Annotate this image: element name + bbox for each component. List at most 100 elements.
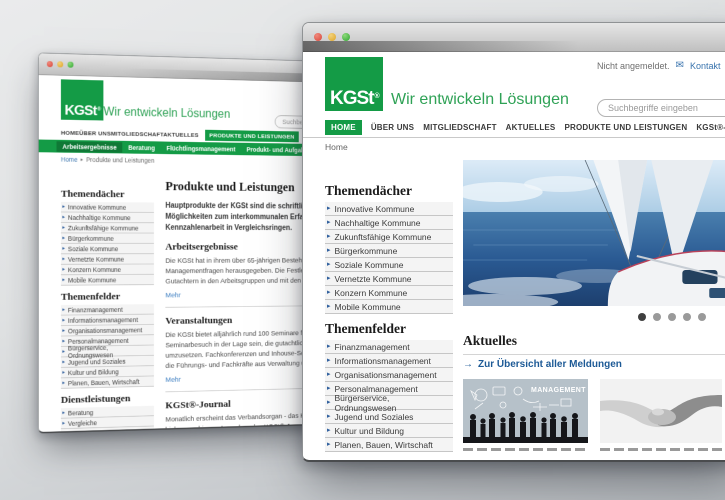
nav-item[interactable]: HOME [61, 129, 79, 136]
subnav-item[interactable]: Beratung [122, 142, 160, 153]
subnav-item[interactable]: Flüchtlingsmanagement [161, 143, 241, 154]
handshake-illustration [600, 379, 722, 443]
more-link[interactable]: Mehr [165, 291, 180, 299]
carousel-dot[interactable] [668, 313, 676, 321]
nav-item[interactable]: AKTUELLES [506, 123, 556, 132]
logo-registered-mark: ® [97, 107, 100, 112]
arrow-icon: ▸ [62, 267, 65, 272]
sidebar-item-label: Kultur und Bildung [335, 426, 404, 436]
arrow-icon: ▸ [327, 205, 331, 212]
sailboat-carousel-image[interactable] [463, 160, 725, 306]
window-titlebar[interactable] [303, 23, 725, 52]
sidebar-item[interactable]: ▸Zukunftsfähige Kommune [325, 230, 453, 244]
nav-item[interactable]: AKTUELLES [163, 131, 198, 138]
arrow-icon: ▸ [327, 427, 331, 434]
news-caption-clipped [600, 448, 722, 451]
logo-text: KGSt [65, 103, 97, 118]
contact-link[interactable]: Kontakt [690, 61, 721, 71]
arrow-icon: ▸ [62, 431, 65, 433]
sidebar-item-label: Informationsmanagement [68, 316, 138, 324]
kgst-logo[interactable]: KGSt® [61, 79, 103, 120]
sidebar-item[interactable]: ▸ Finanzmanagement [325, 340, 453, 354]
carousel-dot[interactable] [653, 313, 661, 321]
carousel-dot[interactable] [698, 313, 706, 321]
nav-item[interactable]: MITGLIEDSCHAFT [423, 123, 496, 132]
sidebar-item[interactable]: ▸Bürgerservice, Ordnungswesen [325, 396, 453, 410]
nav-item[interactable]: ÜBER UNS [371, 123, 414, 132]
zoom-button[interactable] [68, 62, 74, 68]
arrow-icon: ▸ [327, 289, 331, 296]
sidebar-item[interactable]: ▸Planen, Bauen, Wirtschaft [61, 376, 154, 388]
sidebar-item[interactable]: ▸Informationsmanagement [325, 354, 453, 368]
more-link[interactable]: Mehr [165, 376, 180, 384]
close-button[interactable] [314, 33, 322, 41]
close-button[interactable] [47, 61, 53, 67]
sidebar-item-label: Jugend und Soziales [68, 357, 126, 366]
login-status-row: Nicht angemeldet. ✉ Kontakt [597, 61, 720, 71]
arrow-icon: ▸ [327, 219, 331, 226]
sidebar-item[interactable]: ▸Planen, Bauen, Wirtschaft [325, 438, 453, 452]
minimize-button[interactable] [57, 61, 63, 67]
sidebar-item[interactable]: ▸Innovative Kommune [61, 202, 154, 213]
sidebar-item[interactable]: ▸Bürgerservice, Ordnungswesen [61, 345, 154, 357]
nav-item[interactable]: KGSt®-FORUM 2014 [696, 123, 725, 132]
arrow-icon: ▸ [62, 380, 65, 385]
sidebar-item[interactable]: ▸Mobile Kommune [61, 275, 154, 286]
carousel-dot[interactable] [683, 313, 691, 321]
sidebar-item[interactable]: ▸Nachhaltige Kommune [61, 212, 154, 223]
carousel-dot[interactable] [638, 313, 646, 321]
arrow-right-icon: → [463, 359, 473, 370]
nav-item-active[interactable]: PRODUKTE UND LEISTUNGEN [205, 129, 299, 141]
sidebar-item[interactable]: ▸Soziale Kommune [325, 258, 453, 272]
sidebar-item-label: Bürgerservice, Ordnungswesen [335, 393, 451, 413]
arrow-icon: ▸ [327, 413, 331, 420]
breadcrumb-home-link[interactable]: Home [61, 156, 78, 164]
svg-text:MANAGEMENT: MANAGEMENT [531, 387, 586, 394]
nav-item-active[interactable]: HOME [325, 120, 362, 135]
sidebar-item-label: Konzern Kommune [335, 288, 408, 298]
sidebar-item[interactable]: ▸ Kultur und Bildung [325, 424, 453, 438]
search-input[interactable] [597, 99, 725, 117]
arrow-icon: ▸ [62, 421, 65, 426]
nav-item[interactable]: PRODUKTE UND LEISTUNGEN [564, 123, 687, 132]
arrow-icon: ▸ [62, 256, 65, 261]
sidebar-item[interactable]: ▸Mobile Kommune [325, 300, 453, 314]
arrow-icon: ▸ [327, 343, 331, 350]
clipped-caption-row [463, 448, 725, 451]
minimize-button[interactable] [328, 33, 336, 41]
arrow-icon: ▸ [62, 225, 65, 230]
sidebar-item[interactable]: ▸Vernetzte Kommune [61, 254, 154, 265]
sidebar-item[interactable]: ▸Innovative Kommune [325, 202, 453, 216]
nav-item[interactable]: MITGLIEDSCHAFT [111, 130, 163, 138]
sidebar-item[interactable]: ▸Bürgerkommune [325, 244, 453, 258]
sidebar-item[interactable]: ▸Konzern Kommune [61, 264, 154, 275]
sidebar-item[interactable]: ▸Bürgerkommune [61, 233, 154, 243]
subnav-item[interactable]: Arbeitsergebnisse [57, 141, 123, 152]
sidebar-item[interactable]: ▸ Konzern Kommune [325, 286, 453, 300]
arrow-icon: ▸ [62, 215, 65, 220]
nav-item[interactable]: ÜBER UNS [79, 129, 111, 136]
arrow-icon: ▸ [327, 441, 331, 448]
management-news-image[interactable]: MANAGEMENT [463, 379, 588, 443]
arrow-icon: ▸ [62, 236, 65, 241]
sidebar-item-label: Finanzmanagement [335, 342, 410, 352]
sidebar-item[interactable]: ▸Vernetzte Kommune [325, 272, 453, 286]
sidebar-item-label: Nachhaltige Kommune [68, 214, 131, 222]
envelope-icon: ✉ [676, 61, 684, 71]
section-divider [463, 354, 725, 355]
kgst-logo[interactable]: KGSt® [325, 57, 383, 111]
news-overview-link[interactable]: → Zur Übersicht aller Meldungen [463, 359, 725, 370]
sidebar-item[interactable]: ▸Zukunftsfähige Kommune [61, 223, 154, 234]
main-content: Aktuelles → Zur Übersicht aller Meldunge… [463, 160, 725, 462]
zoom-button[interactable] [342, 33, 350, 41]
sidebar-item[interactable]: ▸Organisationsmanagement [325, 368, 453, 382]
sidebar-item[interactable]: ▸Soziale Kommune [61, 244, 154, 254]
sailboat-illustration [463, 160, 725, 306]
sidebar-section-title: Themenfelder [325, 321, 453, 337]
site-tagline: Wir entwickeln Lösungen [103, 106, 230, 122]
sidebar-item-label: Jugend und Soziales [335, 412, 414, 422]
sidebar-item[interactable]: ▸ Nachhaltige Kommune [325, 216, 453, 230]
handshake-news-image[interactable] [600, 379, 722, 443]
sidebar-item-label: Nachhaltige Kommune [335, 218, 421, 228]
arrow-icon: ▸ [327, 261, 331, 268]
